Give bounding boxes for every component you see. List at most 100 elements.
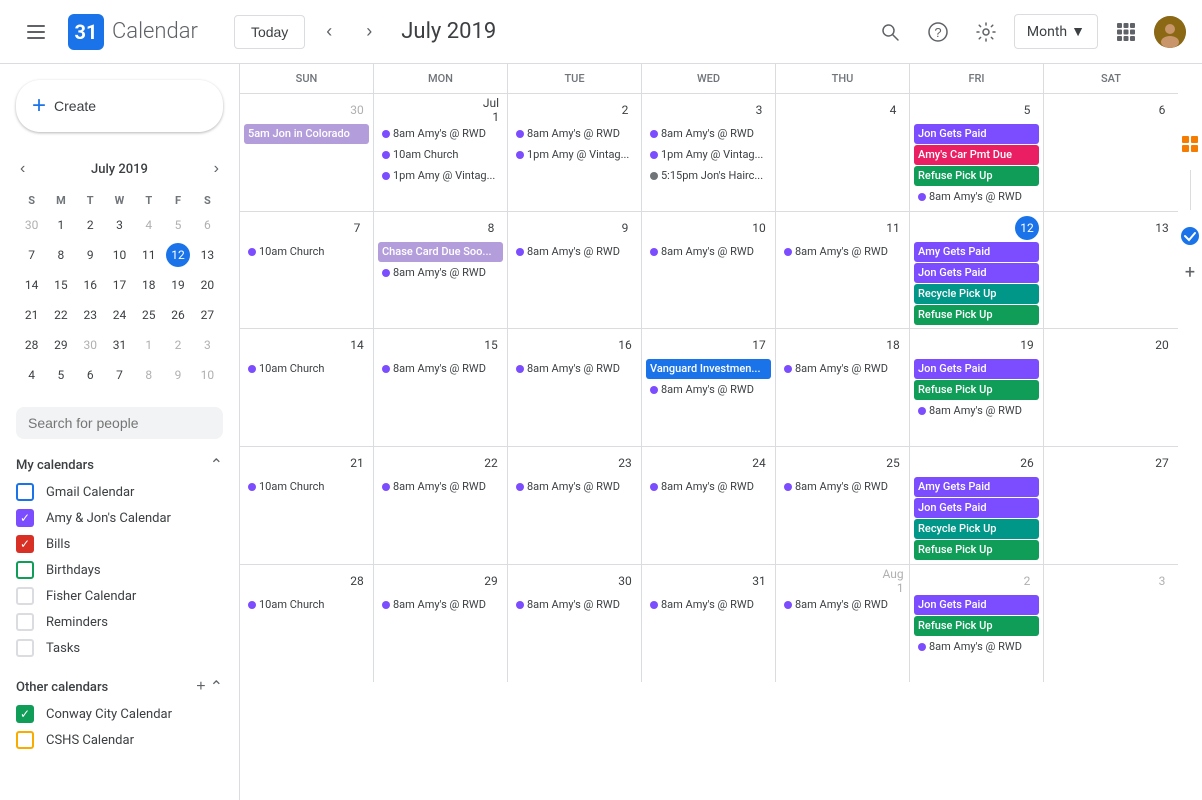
mini-cal-date[interactable]: 14 <box>18 271 45 299</box>
mini-cal-date[interactable]: 31 <box>106 331 133 359</box>
calendar-event[interactable]: 10am Church <box>244 359 369 379</box>
other-calendars-title[interactable]: Other calendars <box>16 680 108 695</box>
calendar-event[interactable]: Amy Gets Paid <box>914 477 1039 497</box>
calendar-date[interactable]: 29 <box>479 569 503 593</box>
mini-cal-date[interactable]: 21 <box>18 301 45 329</box>
settings-button[interactable] <box>966 12 1006 52</box>
calendar-date[interactable]: 10 <box>747 216 771 240</box>
calendar-event[interactable]: 10am Church <box>244 477 369 497</box>
other-calendars-toggle[interactable]: ⌃ <box>210 677 223 697</box>
calendar-date[interactable]: 25 <box>881 451 905 475</box>
add-other-calendar-button[interactable]: + <box>196 677 205 697</box>
calendar-event[interactable]: 8am Amy's @ RWD <box>646 380 771 400</box>
mini-cal-date[interactable]: 23 <box>77 301 104 329</box>
mini-cal-date[interactable]: 30 <box>77 331 104 359</box>
calendar-event[interactable]: 8am Amy's @ RWD <box>646 242 771 262</box>
calendar-event[interactable]: 8am Amy's @ RWD <box>378 263 503 283</box>
calendar-event[interactable]: 10am Church <box>378 145 503 165</box>
calendar-date[interactable]: 22 <box>479 451 503 475</box>
calendar-date[interactable]: 16 <box>613 333 637 357</box>
calendar-date[interactable]: 14 <box>345 333 369 357</box>
mini-cal-date[interactable]: 7 <box>18 241 45 269</box>
calendar-event[interactable]: 10am Church <box>244 242 369 262</box>
calendar-event[interactable]: 5:15pm Jon's Hairc... <box>646 166 771 186</box>
calendar-event[interactable]: 8am Amy's @ RWD <box>512 477 637 497</box>
amy-jon-calendar-checkbox[interactable]: ✓ <box>16 509 34 527</box>
calendar-date[interactable]: 18 <box>881 333 905 357</box>
calendar-event[interactable]: Jon Gets Paid <box>914 595 1039 615</box>
mini-cal-date[interactable]: 15 <box>47 271 74 299</box>
mini-cal-date[interactable]: 2 <box>77 211 104 239</box>
calendar-event[interactable]: 8am Amy's @ RWD <box>780 242 905 262</box>
calendar-date[interactable]: 20 <box>1150 333 1174 357</box>
mini-cal-date[interactable]: 11 <box>135 241 162 269</box>
mini-cal-date[interactable]: 1 <box>47 211 74 239</box>
calendar-date[interactable]: 28 <box>345 569 369 593</box>
calendar-event[interactable]: 8am Amy's @ RWD <box>378 359 503 379</box>
calendar-event[interactable]: 1pm Amy @ Vintag... <box>914 208 1039 211</box>
calendar-item-bills[interactable]: ✓ Bills <box>0 531 239 557</box>
calendar-event[interactable]: Refuse Pick Up <box>914 166 1039 186</box>
calendar-event[interactable]: Jon Gets Paid <box>914 359 1039 379</box>
prev-month-button[interactable]: ‹ <box>313 16 345 48</box>
mini-cal-date[interactable]: 6 <box>194 211 221 239</box>
mini-cal-date[interactable]: 9 <box>164 361 191 389</box>
calendar-date[interactable]: Jul 1 <box>479 98 503 122</box>
calendar-date[interactable]: 2 <box>1015 569 1039 593</box>
calendar-date[interactable]: 27 <box>1150 451 1174 475</box>
mini-next-button[interactable]: › <box>210 156 223 182</box>
mini-cal-date[interactable]: 16 <box>77 271 104 299</box>
calendar-event[interactable]: 1pm Amy @ Vintag... <box>646 145 771 165</box>
calendar-date[interactable]: 30 <box>345 98 369 122</box>
gmail-calendar-checkbox[interactable] <box>16 483 34 501</box>
help-button[interactable]: ? <box>918 12 958 52</box>
calendar-event[interactable]: 1pm Amy @ Vintag... <box>378 166 503 186</box>
calendar-event[interactable]: Chase Card Due Soo... <box>378 242 503 262</box>
plus-icon[interactable]: + <box>1185 262 1195 283</box>
reminders-calendar-checkbox[interactable] <box>16 613 34 631</box>
mini-cal-date[interactable]: 6 <box>77 361 104 389</box>
calendar-event[interactable]: 8am Amy's @ RWD <box>914 187 1039 207</box>
mini-cal-date[interactable]: 13 <box>194 241 221 269</box>
mini-cal-date[interactable]: 18 <box>135 271 162 299</box>
calendar-item-reminders[interactable]: Reminders <box>0 609 239 635</box>
calendar-event[interactable]: Refuse Pick Up <box>914 380 1039 400</box>
apps-button[interactable] <box>1106 12 1146 52</box>
calendar-event[interactable]: 1pm Amy @ Vintag... <box>512 145 637 165</box>
search-button[interactable] <box>870 12 910 52</box>
calendar-event[interactable]: 8am Amy's @ RWD <box>780 359 905 379</box>
calendar-date[interactable]: 17 <box>747 333 771 357</box>
calendar-date[interactable]: 23 <box>613 451 637 475</box>
calendar-event[interactable]: Vanguard Investmen... <box>646 359 771 379</box>
calendar-date[interactable]: 12 <box>1015 216 1039 240</box>
calendar-date[interactable]: 11 <box>881 216 905 240</box>
calendar-event[interactable]: 8am Amy's @ RWD <box>512 242 637 262</box>
calendar-event[interactable]: 8am Amy's @ RWD <box>512 595 637 615</box>
mini-cal-date[interactable]: 3 <box>106 211 133 239</box>
calendar-date[interactable]: 26 <box>1015 451 1039 475</box>
calendar-date[interactable]: 4 <box>881 98 905 122</box>
fisher-calendar-checkbox[interactable] <box>16 587 34 605</box>
calendar-event[interactable]: Amy Gets Paid <box>914 242 1039 262</box>
calendar-event[interactable]: Jon Gets Paid <box>914 124 1039 144</box>
calendar-event[interactable]: 8am Amy's @ RWD <box>646 477 771 497</box>
mini-cal-date[interactable]: 5 <box>164 211 191 239</box>
calendar-date[interactable]: Aug 1 <box>881 569 905 593</box>
search-people-input[interactable] <box>16 407 223 439</box>
calendar-item-amy-jon[interactable]: ✓ Amy & Jon's Calendar <box>0 505 239 531</box>
calendar-event[interactable]: 8am Amy's @ RWD <box>780 477 905 497</box>
mini-cal-date[interactable]: 22 <box>47 301 74 329</box>
mini-cal-date[interactable]: 25 <box>135 301 162 329</box>
mini-cal-date[interactable]: 2 <box>164 331 191 359</box>
calendar-event[interactable]: Refuse Pick Up <box>914 616 1039 636</box>
calendar-date[interactable]: 7 <box>345 216 369 240</box>
calendar-event[interactable]: 8am Amy's @ RWD <box>914 401 1039 421</box>
mini-cal-date[interactable]: 10 <box>194 361 221 389</box>
calendar-date[interactable]: 2 <box>613 98 637 122</box>
mini-cal-date[interactable]: 7 <box>106 361 133 389</box>
mini-cal-date[interactable]: 10 <box>106 241 133 269</box>
calendar-event[interactable]: 8am Amy's @ RWD <box>378 477 503 497</box>
mini-cal-date[interactable]: 3 <box>194 331 221 359</box>
calendar-date[interactable]: 19 <box>1015 333 1039 357</box>
mini-cal-date[interactable]: 29 <box>47 331 74 359</box>
